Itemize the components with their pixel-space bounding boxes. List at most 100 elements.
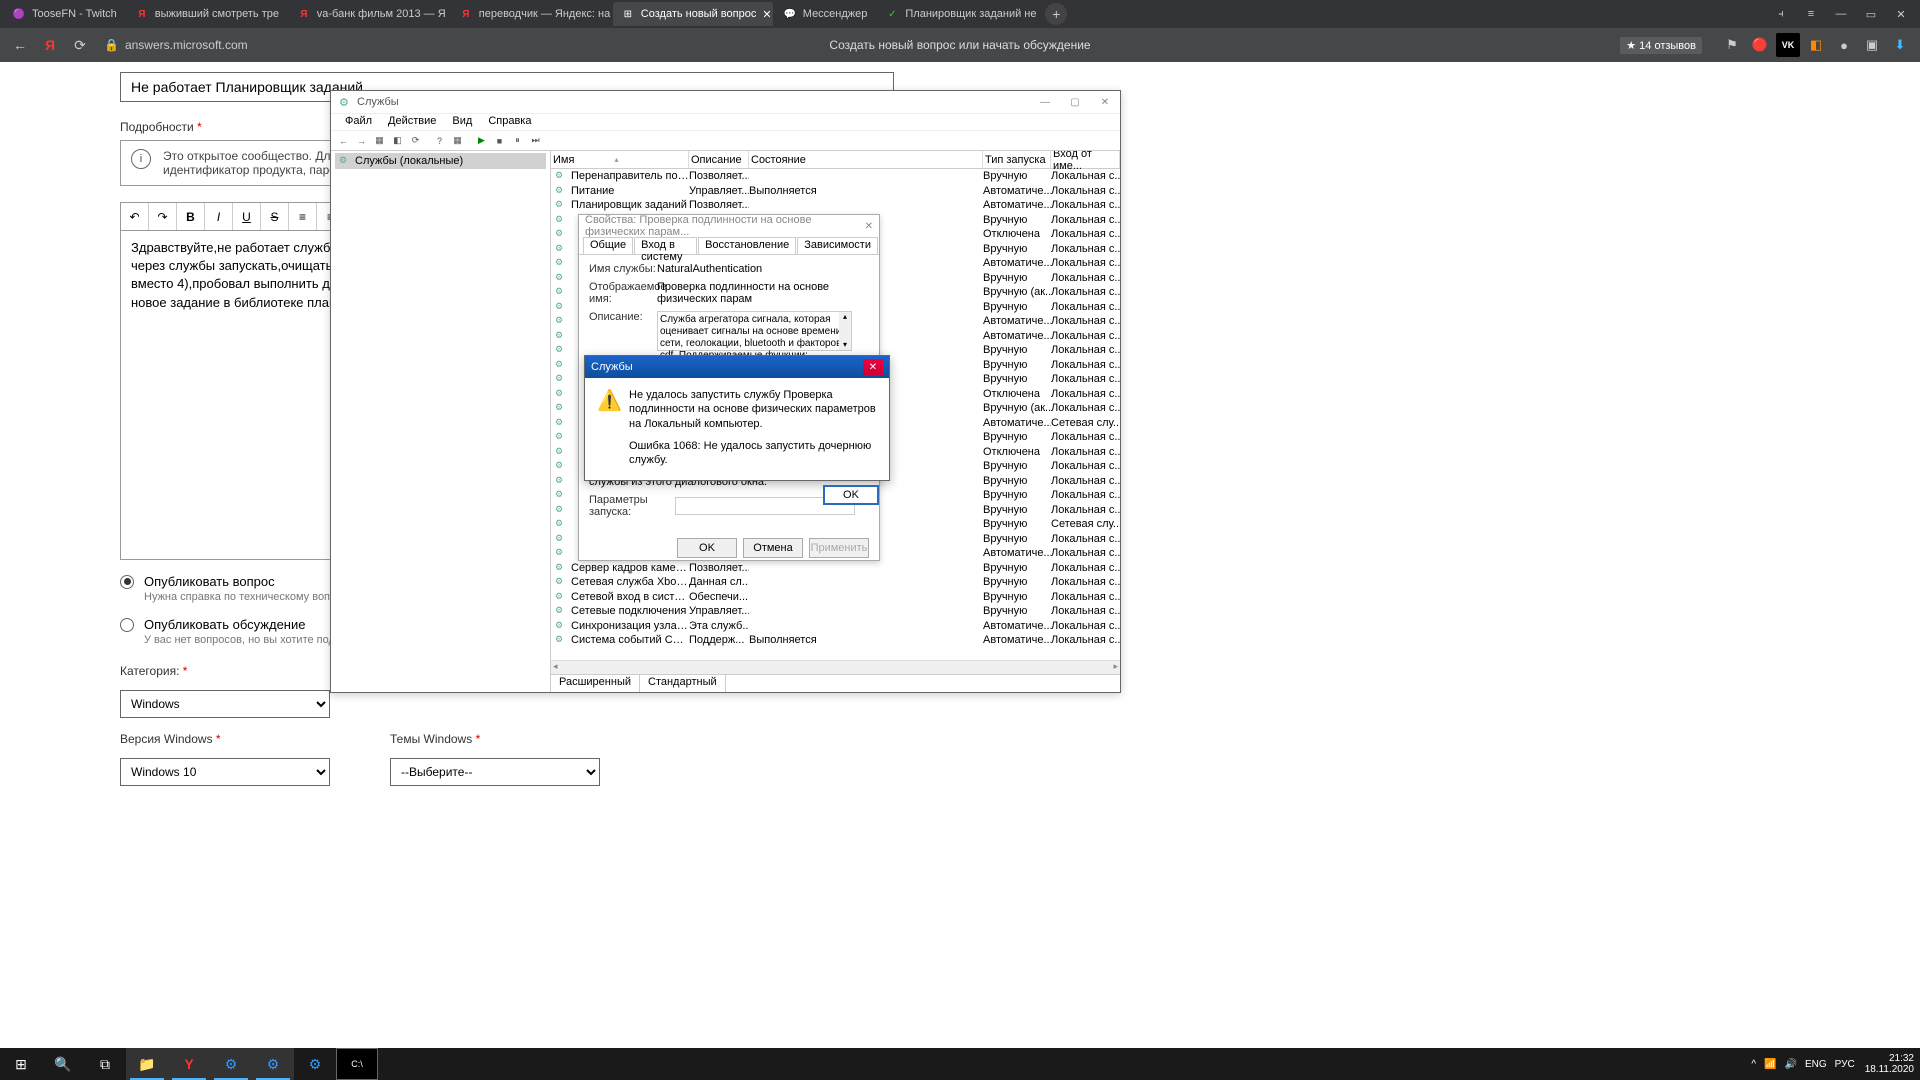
bookmark-icon[interactable]: ⚑	[1720, 33, 1744, 57]
menu-file[interactable]: Файл	[337, 114, 380, 130]
download-icon[interactable]: ⬇	[1888, 33, 1912, 57]
col-name[interactable]: Имя▴	[551, 151, 689, 168]
maximize-button[interactable]: ▭	[1856, 1, 1886, 27]
pause-icon[interactable]: ⏸	[509, 132, 526, 149]
ok-button[interactable]: OK	[823, 485, 879, 505]
ext-tab-icon[interactable]: ▣	[1860, 33, 1884, 57]
apply-button[interactable]: Применить	[809, 538, 869, 558]
close-button[interactable]: ✕	[1886, 1, 1916, 27]
version-select[interactable]: Windows 10	[120, 758, 330, 786]
copy-icon[interactable]: ⫞	[1766, 1, 1796, 27]
tab-recovery[interactable]: Восстановление	[698, 237, 796, 254]
category-select[interactable]: Windows	[120, 690, 330, 718]
forward-icon[interactable]: →	[353, 132, 370, 149]
search-button[interactable]: 🔍	[42, 1048, 84, 1080]
col-desc[interactable]: Описание	[689, 151, 749, 168]
refresh-icon[interactable]: ⟳	[407, 132, 424, 149]
services-button[interactable]: ⚙	[252, 1048, 294, 1080]
service-row[interactable]: ⚙Сетевая служба Xbox LiveДанная сл...Вру…	[551, 575, 1120, 590]
service-row[interactable]: ⚙Сетевые подключенияУправляет...ВручнуюЛ…	[551, 604, 1120, 619]
start-button[interactable]: ⊞	[0, 1048, 42, 1080]
volume-icon[interactable]: 🔊	[1785, 1059, 1797, 1070]
service-row[interactable]: ⚙Сетевой вход в системуОбеспечи...Вручну…	[551, 590, 1120, 605]
italic-button[interactable]: I	[205, 203, 233, 230]
cmd-button[interactable]: C:\	[336, 1048, 378, 1080]
col-start[interactable]: Тип запуска	[983, 151, 1051, 168]
start-icon[interactable]: ▶	[473, 132, 490, 149]
reload-button[interactable]: ⟳	[68, 33, 92, 57]
explorer-button[interactable]: 📁	[126, 1048, 168, 1080]
help-icon[interactable]: ?	[431, 132, 448, 149]
tab-yandex-3[interactable]: Япереводчик — Яндекс: на	[451, 2, 611, 26]
service-row[interactable]: ⚙Система событий COM+Поддерж...Выполняет…	[551, 633, 1120, 648]
lang-eng[interactable]: ENG	[1805, 1059, 1827, 1070]
tray-expand-icon[interactable]: ^	[1751, 1059, 1756, 1070]
close-button[interactable]: ✕	[863, 359, 883, 375]
menu-help[interactable]: Справка	[480, 114, 539, 130]
network-icon[interactable]: 📶	[1764, 1059, 1776, 1070]
url-input[interactable]: 🔒 answers.microsoft.com Создать новый во…	[98, 32, 1620, 58]
service-row[interactable]: ⚙Перенаправитель портов ...Позволяет...В…	[551, 169, 1120, 184]
restart-icon[interactable]: ⏭	[527, 132, 544, 149]
view-icon[interactable]: ▦	[371, 132, 388, 149]
maximize-button[interactable]: ▢	[1060, 91, 1090, 113]
close-icon[interactable]: ✕	[865, 221, 873, 232]
tab-standard[interactable]: Стандартный	[640, 675, 726, 692]
align-left-button[interactable]: ≡	[289, 203, 317, 230]
close-icon[interactable]: ✕	[762, 8, 771, 21]
properties-titlebar[interactable]: Свойства: Проверка подлинности на основе…	[579, 215, 879, 237]
tab-yandex-1[interactable]: Явыживший смотреть тре	[127, 2, 287, 26]
service-row[interactable]: ⚙ПитаниеУправляет...ВыполняетсяАвтоматич…	[551, 184, 1120, 199]
scrollbar-horizontal[interactable]: ◂▸	[551, 660, 1120, 674]
stop-icon[interactable]: ■	[491, 132, 508, 149]
ok-button[interactable]: OK	[677, 538, 737, 558]
scrollbar-vertical[interactable]: ▴▾	[839, 312, 851, 350]
service-row[interactable]: ⚙Планировщик заданийПозволяет...Автомати…	[551, 198, 1120, 213]
clock[interactable]: 21:32 18.11.2020	[1865, 1053, 1914, 1075]
radio-icon[interactable]	[120, 575, 134, 589]
strike-button[interactable]: S	[261, 203, 289, 230]
theme-select[interactable]: --Выберите--	[390, 758, 600, 786]
tab-general[interactable]: Общие	[583, 237, 633, 254]
app-button-1[interactable]: ⚙	[210, 1048, 252, 1080]
bold-button[interactable]: B	[177, 203, 205, 230]
grid-icon[interactable]: ▦	[449, 132, 466, 149]
tab-ms-answers[interactable]: ⊞Создать новый вопрос✕	[613, 2, 773, 26]
yandex-home-button[interactable]: Я	[38, 33, 62, 57]
service-row[interactable]: ⚙Синхронизация узла_5434aЭта служб...Авт…	[551, 619, 1120, 634]
back-icon[interactable]: ←	[335, 132, 352, 149]
minimize-button[interactable]: —	[1030, 91, 1060, 113]
tab-messenger[interactable]: 💬Мессенджер	[775, 2, 876, 26]
lang-rus[interactable]: РУС	[1835, 1059, 1855, 1070]
tab-yandex-2[interactable]: Яva-банк фильм 2013 — Я	[289, 2, 449, 26]
col-logon[interactable]: Вход от име...	[1051, 151, 1120, 168]
ext-orange-icon[interactable]: ◧	[1804, 33, 1828, 57]
app-button-2[interactable]: ⚙	[294, 1048, 336, 1080]
error-titlebar[interactable]: Службы ✕	[585, 356, 889, 378]
yandex-browser-button[interactable]: Y	[168, 1048, 210, 1080]
task-view-button[interactable]: ⧉	[84, 1048, 126, 1080]
tab-extended[interactable]: Расширенный	[551, 675, 640, 692]
ext-gray-icon[interactable]: ●	[1832, 33, 1856, 57]
back-button[interactable]: ←	[8, 33, 32, 57]
radio-icon[interactable]	[120, 618, 134, 632]
services-titlebar[interactable]: ⚙ Службы — ▢ ✕	[331, 91, 1120, 113]
minimize-button[interactable]: —	[1826, 1, 1856, 27]
underline-button[interactable]: U	[233, 203, 261, 230]
tab-scheduler[interactable]: ✓Планировщик заданий не	[877, 2, 1037, 26]
ext-red-icon[interactable]: 🔴	[1748, 33, 1772, 57]
tab-logon[interactable]: Вход в систему	[634, 237, 697, 254]
new-tab-button[interactable]: +	[1045, 3, 1067, 25]
undo-button[interactable]: ↶	[121, 203, 149, 230]
menu-icon[interactable]: ≡	[1796, 1, 1826, 27]
menu-view[interactable]: Вид	[444, 114, 480, 130]
props-icon[interactable]: ◧	[389, 132, 406, 149]
tab-dependencies[interactable]: Зависимости	[797, 237, 878, 254]
services-local-node[interactable]: ⚙ Службы (локальные)	[335, 153, 546, 169]
tab-twitch[interactable]: 🟣TooseFN - Twitch	[4, 2, 125, 26]
menu-action[interactable]: Действие	[380, 114, 444, 130]
vk-icon[interactable]: VK	[1776, 33, 1800, 57]
desc-textarea[interactable]: Служба агрегатора сигнала, которая оцени…	[657, 311, 852, 351]
close-button[interactable]: ✕	[1090, 91, 1120, 113]
col-state[interactable]: Состояние	[749, 151, 983, 168]
